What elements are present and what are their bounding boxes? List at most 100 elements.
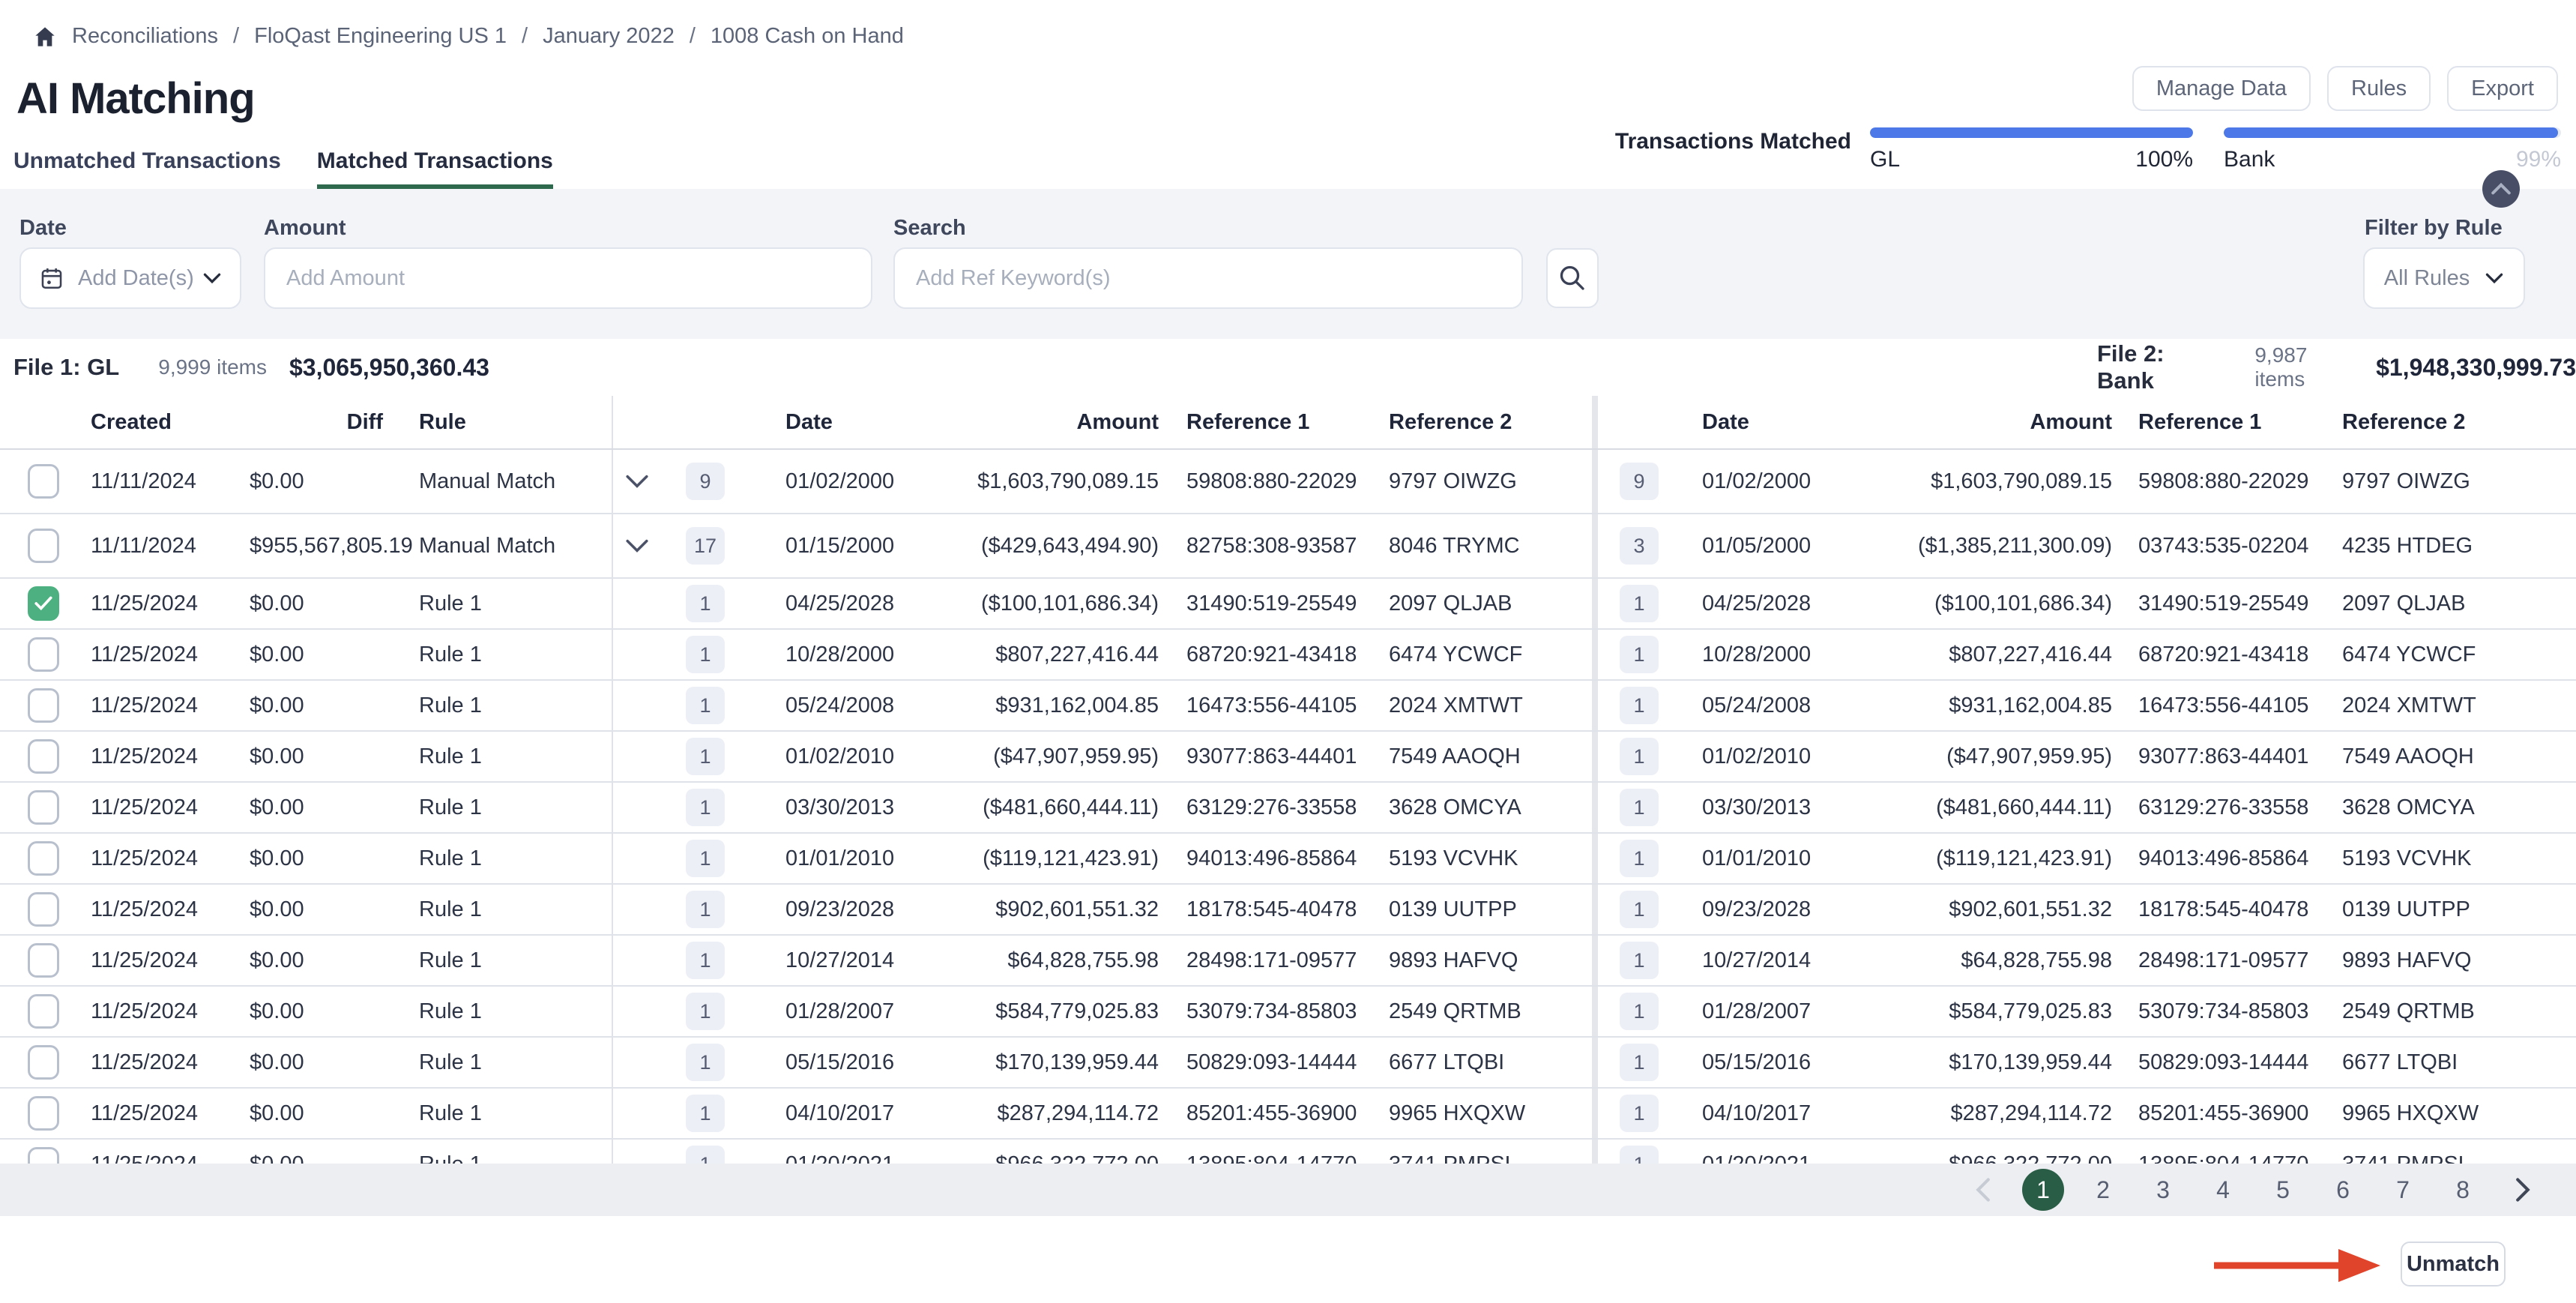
rules-button[interactable]: Rules xyxy=(2327,66,2431,111)
expand-row-button[interactable] xyxy=(613,749,661,764)
row-checkbox[interactable] xyxy=(28,1045,59,1080)
gl-reference1-cell: 59808:880-22029 xyxy=(1169,469,1372,494)
expand-row-button[interactable] xyxy=(613,953,661,968)
row-checkbox[interactable] xyxy=(28,688,59,723)
matched-transactions-table: 11/11/2024 $0.00 Manual Match 9 01/02/20… xyxy=(0,450,2576,1164)
table-row[interactable]: 11/25/2024 $0.00 Rule 1 1 01/28/2007 $58… xyxy=(0,987,2576,1038)
row-checkbox[interactable] xyxy=(28,1096,59,1131)
gl-reference2-cell: 9893 HAFVQ xyxy=(1372,948,1592,973)
page-button-7[interactable]: 7 xyxy=(2382,1169,2424,1211)
row-checkbox[interactable] xyxy=(28,586,59,621)
row-checkbox[interactable] xyxy=(28,943,59,978)
amount-input[interactable] xyxy=(264,247,872,309)
expand-row-button[interactable] xyxy=(613,647,661,662)
gl-date-cell: 10/27/2014 xyxy=(749,948,899,973)
page-button-2[interactable]: 2 xyxy=(2082,1169,2124,1211)
table-row[interactable]: 11/25/2024 $0.00 Rule 1 1 09/23/2028 $90… xyxy=(0,885,2576,936)
manage-data-button[interactable]: Manage Data xyxy=(2132,66,2311,111)
created-cell: 11/25/2024 xyxy=(91,1152,250,1164)
header-diff: Diff xyxy=(250,410,419,435)
table-row[interactable]: 11/25/2024 $0.00 Rule 1 1 05/15/2016 $17… xyxy=(0,1038,2576,1089)
table-row[interactable]: 11/25/2024 $0.00 Rule 1 1 04/10/2017 $28… xyxy=(0,1089,2576,1140)
table-row[interactable]: 11/25/2024 $0.00 Rule 1 1 03/30/2013 ($4… xyxy=(0,783,2576,834)
amount-filter-label: Amount xyxy=(264,216,346,241)
bank-date-cell: 10/28/2000 xyxy=(1680,643,1830,667)
bank-reference2-cell: 7549 AAOQH xyxy=(2326,744,2576,769)
row-checkbox[interactable] xyxy=(28,529,59,563)
expand-row-button[interactable] xyxy=(613,596,661,611)
row-checkbox[interactable] xyxy=(28,1147,59,1164)
tab-matched-transactions[interactable]: Matched Transactions xyxy=(317,148,553,190)
table-row[interactable]: 11/11/2024 $955,567,805.19 Manual Match … xyxy=(0,514,2576,579)
breadcrumb-item[interactable]: FloQast Engineering US 1 xyxy=(254,24,507,49)
bank-date-cell: 01/05/2000 xyxy=(1680,534,1830,559)
expand-row-button[interactable] xyxy=(613,800,661,815)
rule-cell: Rule 1 xyxy=(419,592,612,616)
table-row[interactable]: 11/25/2024 $0.00 Rule 1 1 04/25/2028 ($1… xyxy=(0,579,2576,630)
unmatch-button[interactable]: Unmatch xyxy=(2401,1242,2506,1287)
row-checkbox[interactable] xyxy=(28,841,59,876)
file2-name: File 2: Bank xyxy=(2097,340,2215,394)
row-checkbox[interactable] xyxy=(28,994,59,1029)
row-checkbox[interactable] xyxy=(28,790,59,825)
table-row[interactable]: 11/25/2024 $0.00 Rule 1 1 05/24/2008 $93… xyxy=(0,681,2576,732)
page-button-5[interactable]: 5 xyxy=(2262,1169,2304,1211)
table-divider xyxy=(1592,396,1598,448)
pagination-bar: 12345678 xyxy=(0,1164,2576,1216)
table-row[interactable]: 11/11/2024 $0.00 Manual Match 9 01/02/20… xyxy=(0,450,2576,514)
row-checkbox[interactable] xyxy=(28,739,59,774)
page-button-4[interactable]: 4 xyxy=(2202,1169,2244,1211)
table-divider xyxy=(1592,783,1598,832)
tab-bar: Unmatched Transactions Matched Transacti… xyxy=(13,148,553,190)
page-button-8[interactable]: 8 xyxy=(2442,1169,2484,1211)
search-button[interactable] xyxy=(1546,248,1599,308)
page-button-6[interactable]: 6 xyxy=(2322,1169,2364,1211)
expand-row-button[interactable] xyxy=(613,1106,661,1121)
bank-amount-cell: $902,601,551.32 xyxy=(1830,897,2123,922)
add-dates-button[interactable]: Add Date(s) xyxy=(19,247,241,309)
diff-cell: $0.00 xyxy=(250,948,419,973)
rule-filter-dropdown[interactable]: All Rules xyxy=(2363,247,2525,309)
expand-row-button[interactable] xyxy=(613,851,661,866)
chevron-left-icon xyxy=(1973,1177,1993,1203)
diff-cell: $0.00 xyxy=(250,1101,419,1126)
gl-progress-bar: GL 100% xyxy=(1870,127,2193,172)
row-checkbox[interactable] xyxy=(28,637,59,672)
table-divider xyxy=(1592,732,1598,781)
table-divider xyxy=(1592,987,1598,1036)
export-button[interactable]: Export xyxy=(2447,66,2558,111)
page-button-3[interactable]: 3 xyxy=(2142,1169,2184,1211)
expand-row-button[interactable] xyxy=(613,1157,661,1164)
page-button-1[interactable]: 1 xyxy=(2022,1169,2064,1211)
expand-row-button[interactable] xyxy=(613,538,661,553)
expand-row-button[interactable] xyxy=(613,474,661,489)
bank-date-cell: 03/30/2013 xyxy=(1680,795,1830,820)
next-page-button[interactable] xyxy=(2502,1169,2544,1211)
search-input[interactable] xyxy=(893,247,1523,309)
red-arrow-annotation xyxy=(2212,1246,2382,1289)
row-checkbox[interactable] xyxy=(28,892,59,927)
collapse-panel-button[interactable] xyxy=(2482,170,2520,208)
table-row[interactable]: 11/25/2024 $0.00 Rule 1 1 10/27/2014 $64… xyxy=(0,936,2576,987)
table-row[interactable]: 11/25/2024 $0.00 Rule 1 1 01/01/2010 ($1… xyxy=(0,834,2576,885)
expand-row-button[interactable] xyxy=(613,902,661,917)
diff-cell: $0.00 xyxy=(250,592,419,616)
table-row[interactable]: 11/25/2024 $0.00 Rule 1 1 01/20/2021 $96… xyxy=(0,1140,2576,1164)
tab-unmatched-transactions[interactable]: Unmatched Transactions xyxy=(13,148,281,190)
expand-row-button[interactable] xyxy=(613,698,661,713)
bank-date-cell: 09/23/2028 xyxy=(1680,897,1830,922)
gl-match-count-badge: 9 xyxy=(686,463,725,500)
bank-reference1-cell: 16473:556-44105 xyxy=(2123,693,2326,718)
gl-amount-cell: $287,294,114.72 xyxy=(899,1101,1169,1126)
table-row[interactable]: 11/25/2024 $0.00 Rule 1 1 10/28/2000 $80… xyxy=(0,630,2576,681)
breadcrumb-item[interactable]: January 2022 xyxy=(543,24,675,49)
home-icon[interactable] xyxy=(33,25,57,49)
breadcrumb-item[interactable]: Reconciliations xyxy=(72,24,218,49)
previous-page-button[interactable] xyxy=(1962,1169,2004,1211)
expand-row-button[interactable] xyxy=(613,1055,661,1070)
row-checkbox[interactable] xyxy=(28,464,59,499)
gl-reference1-cell: 63129:276-33558 xyxy=(1169,795,1372,820)
expand-row-button[interactable] xyxy=(613,1004,661,1019)
table-row[interactable]: 11/25/2024 $0.00 Rule 1 1 01/02/2010 ($4… xyxy=(0,732,2576,783)
bank-reference1-cell: 53079:734-85803 xyxy=(2123,999,2326,1024)
